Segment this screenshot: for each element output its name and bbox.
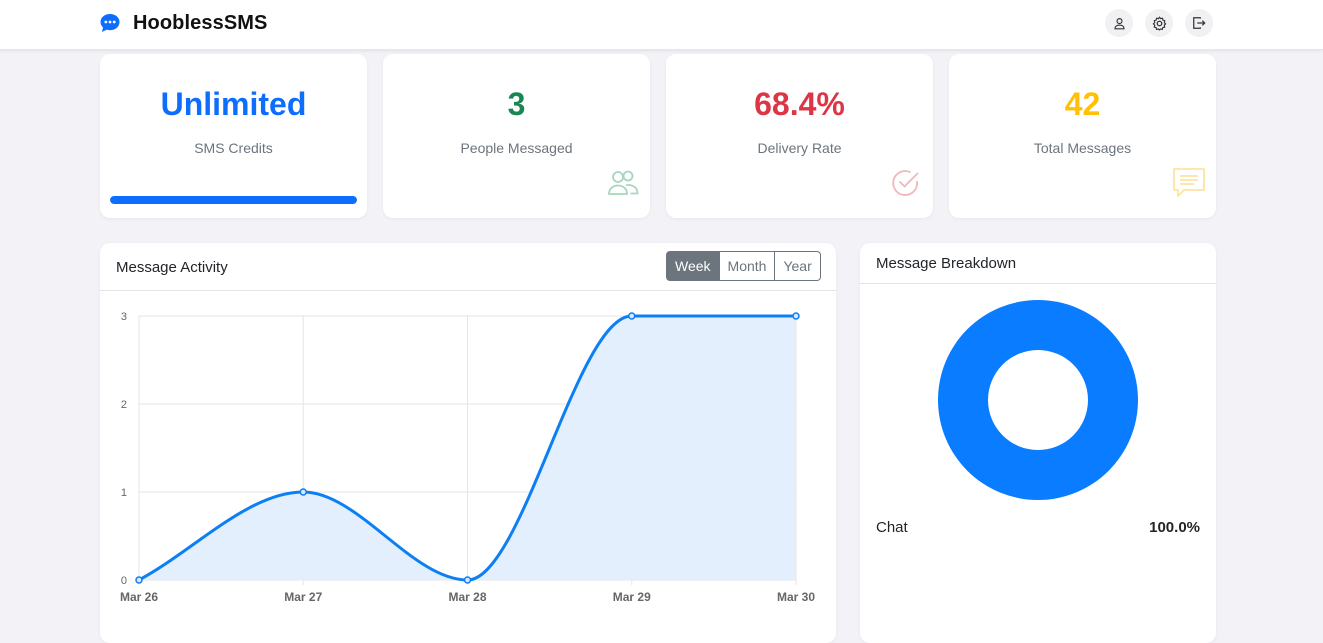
y-tick-label: 0 bbox=[121, 575, 127, 587]
logout-button[interactable] bbox=[1185, 9, 1213, 37]
sms-credits-label: SMS Credits bbox=[194, 140, 273, 156]
person-icon bbox=[1113, 17, 1125, 29]
chat-bubble-icon bbox=[100, 14, 120, 32]
data-point bbox=[463, 576, 472, 584]
credits-progress-bar bbox=[110, 196, 357, 204]
check-circle-icon bbox=[892, 170, 919, 196]
breakdown-legend-row: Chat 100.0% bbox=[876, 519, 1200, 541]
logout-icon bbox=[1193, 17, 1206, 29]
donut-slice-chat bbox=[938, 300, 1138, 500]
total-messages-label: Total Messages bbox=[1033, 140, 1132, 156]
gear-icon bbox=[1152, 16, 1166, 31]
data-point bbox=[135, 576, 143, 584]
delivery-rate-card: 68.4% Delivery Rate bbox=[666, 54, 933, 218]
delivery-rate-value: 68.4% bbox=[754, 86, 845, 122]
credits-progress-fill bbox=[110, 196, 357, 204]
people-messaged-label: People Messaged bbox=[460, 140, 573, 156]
x-tick-label: Mar 28 bbox=[448, 590, 486, 604]
profile-button[interactable] bbox=[1105, 9, 1133, 37]
people-messaged-card: 3 People Messaged bbox=[383, 54, 650, 218]
message-activity-panel: Message Activity Week Month Year 0 1 2 3 Mar… bbox=[100, 243, 836, 643]
message-breakdown-panel: Message Breakdown Chat 100.0% bbox=[860, 243, 1216, 643]
sms-credits-card: Unlimited SMS Credits bbox=[100, 54, 367, 218]
app-name: HooblessSMS bbox=[133, 11, 268, 34]
settings-button[interactable] bbox=[1145, 9, 1173, 37]
total-messages-card: 42 Total Messages bbox=[949, 54, 1216, 218]
y-tick-label: 2 bbox=[121, 399, 127, 411]
x-tick-label: Mar 29 bbox=[613, 590, 651, 604]
delivery-rate-label: Delivery Rate bbox=[757, 140, 842, 156]
y-tick-label: 1 bbox=[121, 487, 127, 499]
total-messages-value: 42 bbox=[1064, 86, 1101, 122]
x-tick-label: Mar 26 bbox=[120, 590, 158, 604]
brand[interactable]: HooblessSMS bbox=[99, 11, 267, 35]
people-icon bbox=[608, 170, 639, 195]
people-messaged-value: 3 bbox=[507, 86, 526, 122]
data-point bbox=[792, 312, 800, 320]
top-navbar: HooblessSMS bbox=[0, 0, 1323, 50]
breakdown-legend-value: 100.0% bbox=[1149, 519, 1200, 536]
chat-lines-icon bbox=[1173, 168, 1205, 197]
message-breakdown-donut bbox=[938, 300, 1138, 500]
x-tick-label: Mar 30 bbox=[777, 590, 815, 604]
y-tick-label: 3 bbox=[121, 311, 127, 323]
data-point bbox=[628, 312, 636, 320]
breakdown-legend-label: Chat bbox=[876, 519, 908, 536]
x-tick-label: Mar 27 bbox=[284, 590, 322, 604]
sms-credits-value: Unlimited bbox=[160, 86, 307, 122]
data-point bbox=[299, 488, 307, 496]
message-activity-chart: 0 1 2 3 Mar 26 Mar 27 Mar 28 Mar 29 Mar 30 bbox=[120, 311, 815, 604]
